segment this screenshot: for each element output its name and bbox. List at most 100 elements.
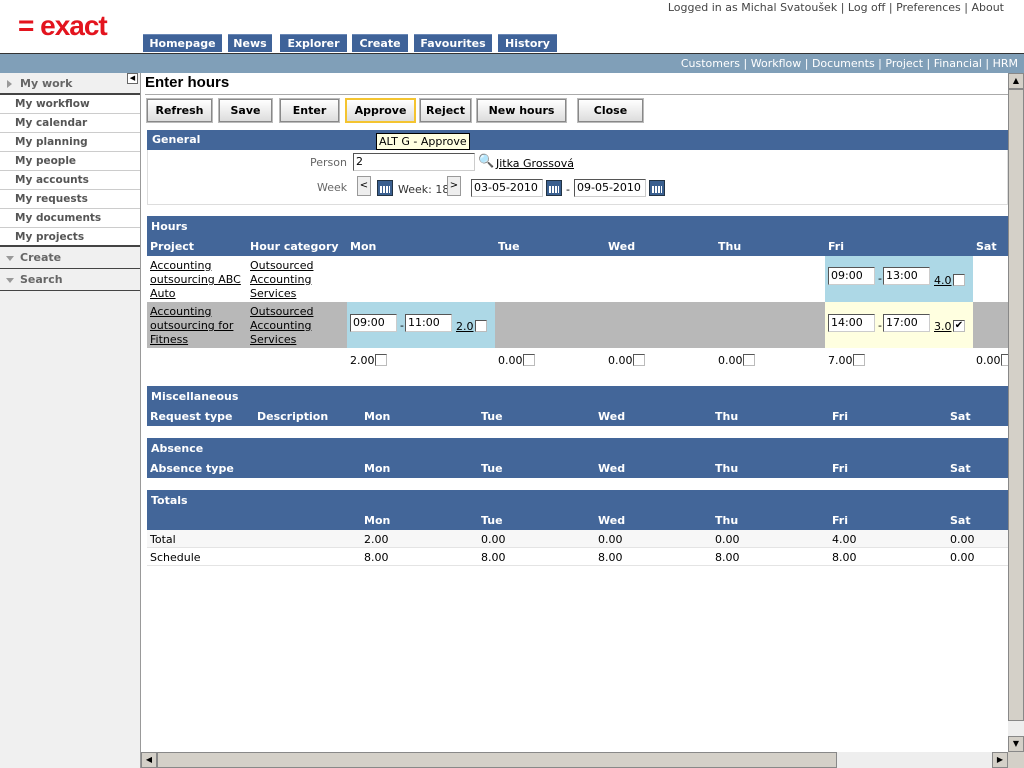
project-link[interactable]: Accounting outsourcing ABC Auto bbox=[150, 259, 241, 301]
sidebar-item-my-requests[interactable]: My requests bbox=[0, 190, 140, 209]
col-tue: Tue bbox=[481, 410, 503, 423]
sidebar-item-my-calendar[interactable]: My calendar bbox=[0, 114, 140, 133]
fri-hours-link[interactable]: 4.0 bbox=[934, 274, 952, 288]
fri-from-input[interactable]: 09:00 bbox=[828, 267, 875, 285]
link-customers[interactable]: Customers bbox=[681, 57, 740, 70]
sidebar-item-my-documents[interactable]: My documents bbox=[0, 209, 140, 228]
person-input[interactable]: 2 bbox=[353, 153, 475, 171]
totals-value: 8.00 bbox=[481, 551, 506, 564]
tab-favourites[interactable]: Favourites bbox=[414, 34, 492, 52]
fri-hours-link[interactable]: 3.0 bbox=[934, 320, 952, 334]
mon-checkbox[interactable] bbox=[475, 320, 487, 332]
totals-value: 0.00 bbox=[481, 533, 506, 546]
fri-checkbox[interactable]: ✔ bbox=[953, 320, 965, 332]
tab-history[interactable]: History bbox=[498, 34, 557, 52]
vertical-scrollbar[interactable]: ▲ ▼ bbox=[1008, 73, 1024, 752]
absence-title: Absence bbox=[151, 442, 204, 455]
col-thu: Thu bbox=[715, 462, 739, 475]
col-thu: Thu bbox=[718, 240, 742, 253]
category-link[interactable]: Outsourced Accounting Services bbox=[250, 305, 313, 347]
day-checkbox[interactable] bbox=[375, 354, 387, 366]
page-title: Enter hours bbox=[145, 74, 230, 91]
logged-in-text: Logged in as Michal Svatoušek bbox=[667, 1, 838, 14]
close-button[interactable]: Close bbox=[577, 98, 644, 123]
day-checkbox[interactable] bbox=[853, 354, 865, 366]
tab-homepage[interactable]: Homepage bbox=[143, 34, 222, 52]
week-label: Week bbox=[317, 181, 348, 194]
horizontal-scrollbar[interactable]: ◀ ▶ bbox=[141, 752, 1008, 768]
category-link[interactable]: Outsourced Accounting Services bbox=[250, 259, 313, 301]
totals-row-label: Schedule bbox=[150, 551, 201, 564]
totals-row-label: Total bbox=[150, 533, 176, 546]
next-week-button[interactable]: > bbox=[447, 176, 461, 196]
sidebar-search[interactable]: Search bbox=[0, 269, 140, 291]
preferences-link[interactable]: Preferences bbox=[896, 1, 961, 14]
sidebar-create[interactable]: Create bbox=[0, 247, 140, 269]
link-workflow[interactable]: Workflow bbox=[751, 57, 802, 70]
day-checkbox[interactable] bbox=[633, 354, 645, 366]
calendar-icon[interactable] bbox=[377, 180, 393, 196]
col-project: Project bbox=[150, 240, 195, 253]
sidebar-item-my-planning[interactable]: My planning bbox=[0, 133, 140, 152]
project-link[interactable]: Accounting outsourcing for Fitness bbox=[150, 305, 233, 347]
sidebar-item-my-projects[interactable]: My projects bbox=[0, 228, 140, 247]
fri-to-input[interactable]: 17:00 bbox=[883, 314, 930, 332]
collapse-sidebar-button[interactable]: ◀ bbox=[127, 73, 138, 84]
day-checkbox[interactable] bbox=[743, 354, 755, 366]
sidebar-item-my-people[interactable]: My people bbox=[0, 152, 140, 171]
fri-to-input[interactable]: 13:00 bbox=[883, 267, 930, 285]
link-project[interactable]: Project bbox=[885, 57, 923, 70]
mon-from-input[interactable]: 09:00 bbox=[350, 314, 397, 332]
col-wed: Wed bbox=[598, 410, 626, 423]
mon-hours-link[interactable]: 2.0 bbox=[456, 320, 474, 334]
day-checkbox[interactable] bbox=[523, 354, 535, 366]
save-button[interactable]: Save bbox=[218, 98, 273, 123]
tab-explorer[interactable]: Explorer bbox=[280, 34, 347, 52]
approve-button[interactable]: Approve bbox=[345, 98, 416, 123]
person-name-link[interactable]: Jitka Grossová bbox=[496, 157, 574, 171]
prev-week-button[interactable]: < bbox=[357, 176, 371, 196]
totals-value: 0.00 bbox=[598, 533, 623, 546]
hours-total: 2.00 bbox=[350, 354, 375, 367]
date-dash: - bbox=[566, 183, 570, 196]
reject-button[interactable]: Reject bbox=[419, 98, 472, 123]
col-tue: Tue bbox=[481, 462, 503, 475]
tab-news[interactable]: News bbox=[228, 34, 272, 52]
date-from-input[interactable]: 03-05-2010 bbox=[471, 179, 543, 197]
refresh-button[interactable]: Refresh bbox=[146, 98, 213, 123]
calendar-icon[interactable] bbox=[649, 180, 665, 196]
link-hrm[interactable]: HRM bbox=[993, 57, 1018, 70]
calendar-icon[interactable] bbox=[546, 180, 562, 196]
sidebar-item-my-accounts[interactable]: My accounts bbox=[0, 171, 140, 190]
hours-total: 0.00 bbox=[976, 354, 1001, 367]
scroll-left-button[interactable]: ◀ bbox=[141, 752, 157, 768]
fri-from-input[interactable]: 14:00 bbox=[828, 314, 875, 332]
link-documents[interactable]: Documents bbox=[812, 57, 875, 70]
col-mon: Mon bbox=[364, 410, 391, 423]
totals-value: 0.00 bbox=[950, 551, 975, 564]
time-dash: - bbox=[878, 272, 882, 285]
enter-button[interactable]: Enter bbox=[279, 98, 340, 123]
log-off-link[interactable]: Log off bbox=[848, 1, 885, 14]
tab-create[interactable]: Create bbox=[352, 34, 408, 52]
time-dash: - bbox=[400, 319, 404, 332]
fri-checkbox[interactable] bbox=[953, 274, 965, 286]
new-hours-button[interactable]: New hours bbox=[476, 98, 567, 123]
date-to-input[interactable]: 09-05-2010 bbox=[574, 179, 646, 197]
scroll-right-button[interactable]: ▶ bbox=[992, 752, 1008, 768]
link-financial[interactable]: Financial bbox=[934, 57, 982, 70]
col-tue: Tue bbox=[498, 240, 520, 253]
person-label: Person bbox=[310, 156, 347, 169]
mon-to-input[interactable]: 11:00 bbox=[405, 314, 452, 332]
about-link[interactable]: About bbox=[971, 1, 1004, 14]
scroll-down-button[interactable]: ▼ bbox=[1008, 736, 1024, 752]
search-person-icon[interactable]: 🔍 bbox=[478, 154, 494, 169]
sidebar: My work My workflow My calendar My plann… bbox=[0, 73, 141, 768]
sidebar-item-my-workflow[interactable]: My workflow bbox=[0, 95, 140, 114]
col-sat: Sat bbox=[950, 410, 971, 423]
scroll-thumb[interactable] bbox=[1008, 89, 1024, 721]
sidebar-my-work[interactable]: My work bbox=[0, 73, 140, 95]
scroll-thumb[interactable] bbox=[157, 752, 837, 768]
scroll-up-button[interactable]: ▲ bbox=[1008, 73, 1024, 89]
totals-value: 0.00 bbox=[715, 533, 740, 546]
